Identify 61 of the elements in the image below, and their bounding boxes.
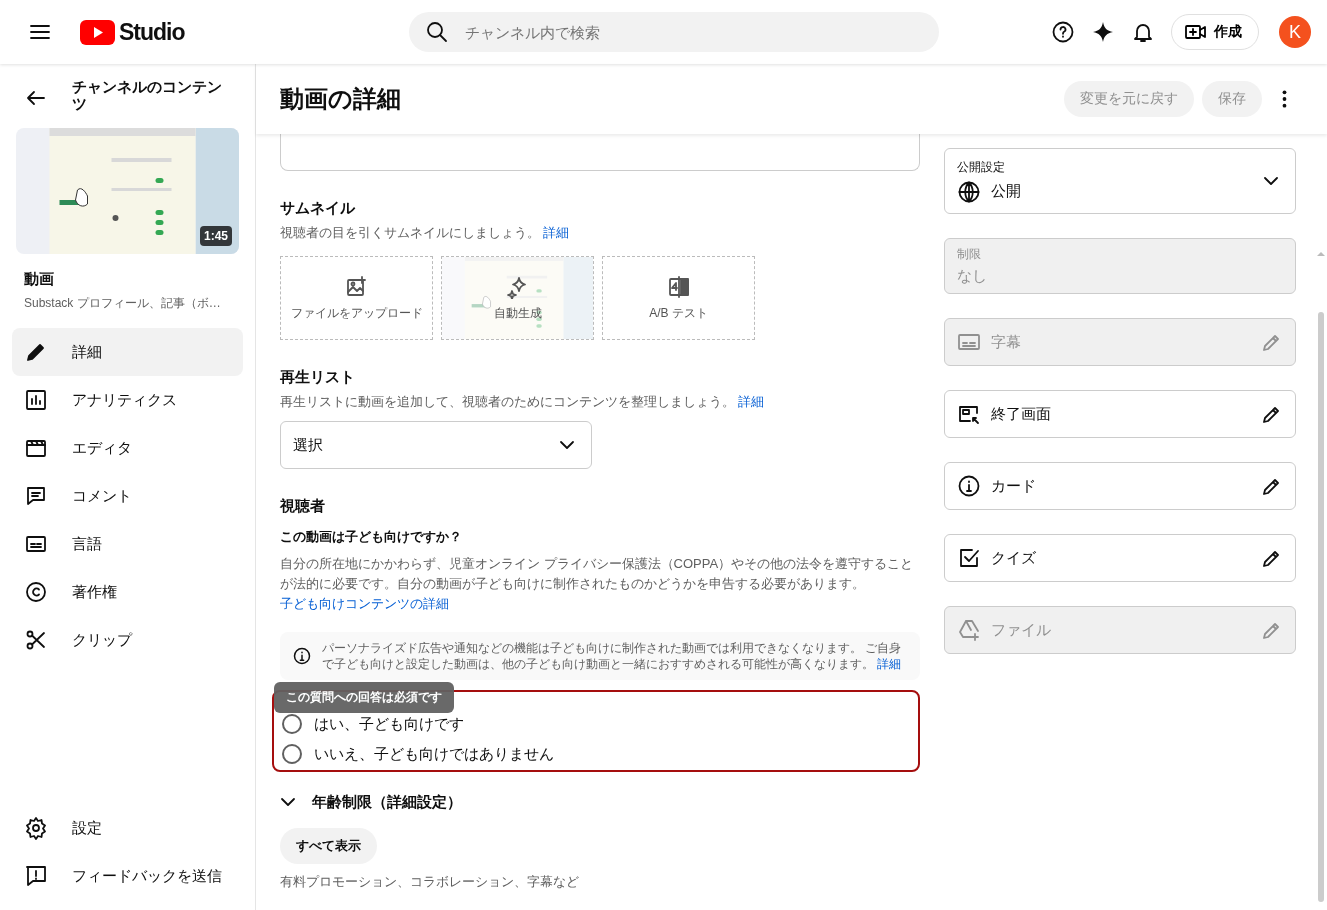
visibility-dropdown[interactable]: 公開設定 公開	[944, 148, 1296, 214]
nav-item[interactable]: 詳細	[12, 328, 243, 376]
nav-item[interactable]: コメント	[12, 472, 243, 520]
scrollbar[interactable]	[1318, 312, 1324, 902]
copyright-icon	[24, 580, 48, 604]
image-add-icon	[344, 274, 369, 299]
ab-test-icon	[666, 274, 691, 299]
section-title: 再生リスト	[280, 368, 356, 387]
duration-badge: 1:45	[199, 226, 232, 246]
logo-text: Studio	[119, 18, 185, 46]
search-field[interactable]: チャンネル内で検索	[408, 12, 939, 52]
radio-button[interactable]	[282, 744, 302, 764]
thumbnail-option[interactable]: ファイルをアップロード	[280, 256, 433, 340]
comment-icon	[24, 484, 48, 508]
nav-item[interactable]: アナリティクス	[12, 376, 243, 424]
restrictions-field: 制限 なし	[944, 238, 1296, 294]
nav-item[interactable]: 言語	[12, 520, 243, 568]
checkbox-icon	[957, 546, 981, 570]
settings-icon	[24, 816, 48, 840]
learn-more-link[interactable]: 子ども向けコンテンツの詳細	[280, 596, 449, 611]
nav-item[interactable]: フィードバックを送信	[12, 852, 243, 900]
panel-action[interactable]: 終了画面	[944, 390, 1296, 438]
show-all-button[interactable]: すべて表示	[280, 828, 377, 864]
scissors-icon	[24, 628, 48, 652]
globe-icon	[957, 179, 981, 204]
info-icon	[292, 646, 312, 666]
radio-option[interactable]: いいえ、子ども向けではありません	[282, 744, 554, 764]
info-icon	[957, 474, 981, 498]
nav-item[interactable]: クリップ	[12, 616, 243, 664]
bar-chart-icon	[24, 388, 48, 412]
nav-item[interactable]: 設定	[12, 804, 243, 852]
logo-icon	[80, 19, 115, 45]
thumbnail-option[interactable]: A/B テスト	[602, 256, 755, 340]
nav-item[interactable]: エディタ	[12, 424, 243, 472]
more-icon[interactable]	[1282, 90, 1287, 108]
section-title: 視聴者	[280, 497, 326, 516]
thumbnail-option[interactable]: 自動生成	[441, 256, 594, 340]
section-description: 視聴者の目を引くサムネイルにしましょう。 詳細	[280, 225, 571, 242]
section-description: 再生リストに動画を追加して、視聴者のためにコンテンツを整理しましょう。 詳細	[280, 394, 766, 411]
playlist-dropdown[interactable]: 選択	[280, 421, 592, 469]
video-title: 動画	[24, 270, 55, 289]
video-subtitle: Substack プロフィール、記事（ボ…	[24, 295, 222, 312]
panel-action[interactable]: カード	[944, 462, 1296, 510]
error-tooltip: この質問への回答は必須です	[274, 682, 454, 713]
more-settings-description: 有料プロモーション、コラボレーション、字幕など	[280, 874, 580, 891]
description-field[interactable]	[280, 134, 920, 171]
feedback-icon	[24, 864, 48, 888]
age-restriction-toggle[interactable]: 年齢制限（詳細設定）	[276, 790, 462, 814]
learn-more-link[interactable]: 詳細	[543, 226, 570, 240]
learn-more-link[interactable]: 詳細	[877, 658, 902, 670]
panel-action[interactable]: クイズ	[944, 534, 1296, 582]
section-title: サムネイル	[280, 199, 356, 218]
audience-description: 自分の所在地にかかわらず、児童オンライン プライバシー保護法（COPPA）やその他の法令を遵守することが法的に必要です。自分の動画が子ども向けに制作されたものかどうかを申告する必要があります。 子ども向けコンテンツの詳細	[280, 555, 915, 613]
info-text: パーソナライズド広告や通知などの機能は子ども向けに制作された動画では利用できなくなります。 ご自身で子ども向けと設定した動画は、他の子ども向け動画と一緒におすすめされる可能性が高くなります。 詳細	[322, 641, 903, 672]
help-icon	[1051, 20, 1075, 44]
create-button[interactable]: 作成	[1171, 14, 1259, 50]
learn-more-link[interactable]: 詳細	[738, 395, 765, 409]
question-text: この動画は子ども向けですか？	[280, 528, 463, 546]
nav-item[interactable]: 著作権	[12, 568, 243, 616]
page-title: 動画の詳細	[280, 84, 401, 114]
back-link[interactable]: チャンネルのコンテンツ	[72, 78, 224, 112]
